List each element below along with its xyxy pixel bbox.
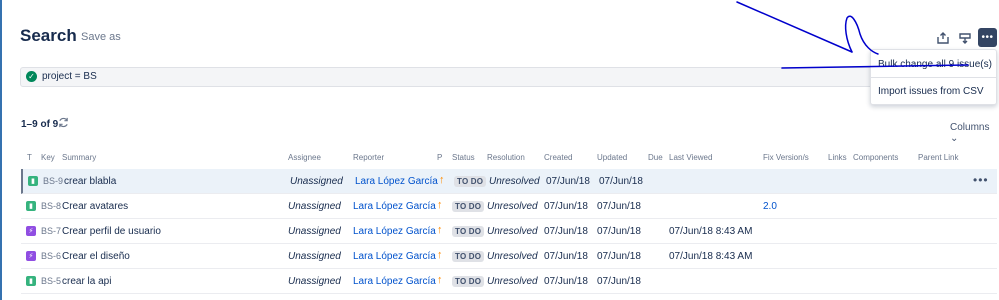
issue-assignee: Unassigned xyxy=(290,176,343,187)
bulk-change-menu-item[interactable]: Bulk change all 9 issue(s) xyxy=(878,59,992,70)
issue-last-viewed: 07/Jun/18 8:43 AM xyxy=(669,226,753,237)
issue-created: 07/Jun/18 xyxy=(544,276,588,287)
issue-resolution: Unresolved xyxy=(487,201,538,212)
issue-updated: 07/Jun/18 xyxy=(597,226,641,237)
issue-reporter[interactable]: Lara López García xyxy=(353,276,436,287)
issue-summary[interactable]: Crear avatares xyxy=(62,201,128,212)
save-as-link[interactable]: Save as xyxy=(81,31,121,43)
page-title: Search xyxy=(20,26,77,45)
story-icon: ▮ xyxy=(28,176,38,186)
more-button[interactable]: ••• xyxy=(978,28,997,47)
issue-summary[interactable]: crear la api xyxy=(62,276,111,287)
priority-icon: ↑ xyxy=(437,249,443,261)
table-row[interactable]: ▮ BS-5 crear la api Unassigned Lara Lópe… xyxy=(21,269,997,294)
issue-summary[interactable]: crear blabla xyxy=(64,176,116,187)
header-summary[interactable]: Summary xyxy=(62,153,96,162)
jql-query-bar[interactable]: ✓ project = BS xyxy=(20,67,920,87)
priority-icon: ↑ xyxy=(439,174,445,186)
left-accent-bar xyxy=(0,0,2,300)
check-icon: ✓ xyxy=(26,71,37,82)
issue-updated: 07/Jun/18 xyxy=(597,251,641,262)
header-due[interactable]: Due xyxy=(648,153,663,162)
header-type[interactable]: T xyxy=(27,153,32,162)
header-status[interactable]: Status xyxy=(452,153,475,162)
table-row[interactable]: ⚡ BS-6 Crear el diseño Unassigned Lara L… xyxy=(21,244,997,269)
issue-reporter[interactable]: Lara López García xyxy=(353,226,436,237)
issue-assignee: Unassigned xyxy=(288,226,341,237)
status-badge[interactable]: TO DO xyxy=(452,276,485,287)
status-badge[interactable]: TO DO xyxy=(452,251,485,262)
issue-key[interactable]: BS-5 xyxy=(41,276,61,286)
header-updated[interactable]: Updated xyxy=(597,153,627,162)
header-links[interactable]: Links xyxy=(828,153,847,162)
epic-icon: ⚡ xyxy=(26,251,36,261)
issue-assignee: Unassigned xyxy=(288,201,341,212)
header-priority[interactable]: P xyxy=(437,153,442,162)
table-row[interactable]: ⚡ BS-7 Crear perfil de usuario Unassigne… xyxy=(21,219,997,244)
table-row[interactable]: ▮ BS-9 crear blabla Unassigned Lara Lópe… xyxy=(21,169,997,194)
issue-summary[interactable]: Crear el diseño xyxy=(62,251,130,262)
issue-key[interactable]: BS-6 xyxy=(41,251,61,261)
status-badge[interactable]: TO DO xyxy=(454,176,487,187)
columns-label: Columns xyxy=(950,122,990,133)
issue-reporter[interactable]: Lara López García xyxy=(353,201,436,212)
header-resolution[interactable]: Resolution xyxy=(487,153,525,162)
issue-assignee: Unassigned xyxy=(288,251,341,262)
chevron-down-icon: ⌄ xyxy=(950,133,959,144)
issue-resolution: Unresolved xyxy=(487,226,538,237)
header-parent-link[interactable]: Parent Link xyxy=(918,153,958,162)
issue-key[interactable]: BS-7 xyxy=(41,226,61,236)
export-icon[interactable] xyxy=(956,29,974,47)
issue-assignee: Unassigned xyxy=(288,276,341,287)
story-icon: ▮ xyxy=(26,276,36,286)
issue-created: 07/Jun/18 xyxy=(546,176,590,187)
epic-icon: ⚡ xyxy=(26,226,36,236)
row-actions-icon[interactable]: ••• xyxy=(973,173,989,187)
issue-resolution: Unresolved xyxy=(489,176,540,187)
priority-icon: ↑ xyxy=(437,224,443,236)
issue-key[interactable]: BS-9 xyxy=(43,176,63,186)
header-fix-version[interactable]: Fix Version/s xyxy=(763,153,809,162)
import-csv-menu-item[interactable]: Import issues from CSV xyxy=(878,86,984,97)
issue-updated: 07/Jun/18 xyxy=(599,176,643,187)
status-badge[interactable]: TO DO xyxy=(452,201,485,212)
issue-resolution: Unresolved xyxy=(487,251,538,262)
refresh-icon[interactable] xyxy=(58,117,69,131)
issue-updated: 07/Jun/18 xyxy=(597,201,641,212)
status-badge[interactable]: TO DO xyxy=(452,226,485,237)
issue-last-viewed: 07/Jun/18 8:43 AM xyxy=(669,251,753,262)
issue-resolution: Unresolved xyxy=(487,276,538,287)
header-key[interactable]: Key xyxy=(41,153,55,162)
issue-created: 07/Jun/18 xyxy=(544,201,588,212)
issue-key[interactable]: BS-8 xyxy=(41,201,61,211)
columns-button[interactable]: Columns ⌄ xyxy=(950,122,999,144)
issue-updated: 07/Jun/18 xyxy=(597,276,641,287)
results-count: 1–9 of 9 xyxy=(21,119,59,130)
header-reporter[interactable]: Reporter xyxy=(353,153,384,162)
story-icon: ▮ xyxy=(26,201,36,211)
issue-summary[interactable]: Crear perfil de usuario xyxy=(62,226,161,237)
header-assignee[interactable]: Assignee xyxy=(288,153,321,162)
header-last-viewed[interactable]: Last Viewed xyxy=(669,153,712,162)
issue-created: 07/Jun/18 xyxy=(544,226,588,237)
issue-fix-version[interactable]: 2.0 xyxy=(763,201,777,212)
more-actions-dropdown: Bulk change all 9 issue(s) Import issues… xyxy=(870,49,997,105)
issue-created: 07/Jun/18 xyxy=(544,251,588,262)
table-row[interactable]: ▮ BS-8 Crear avatares Unassigned Lara Ló… xyxy=(21,194,997,219)
header-components[interactable]: Components xyxy=(853,153,898,162)
more-icon: ••• xyxy=(981,31,994,43)
query-text: project = BS xyxy=(42,71,97,82)
priority-icon: ↑ xyxy=(437,274,443,286)
issue-reporter[interactable]: Lara López García xyxy=(355,176,438,187)
menu-divider xyxy=(871,77,996,78)
issue-reporter[interactable]: Lara López García xyxy=(353,251,436,262)
share-icon[interactable] xyxy=(934,29,952,47)
header-created[interactable]: Created xyxy=(544,153,572,162)
priority-icon: ↑ xyxy=(437,199,443,211)
